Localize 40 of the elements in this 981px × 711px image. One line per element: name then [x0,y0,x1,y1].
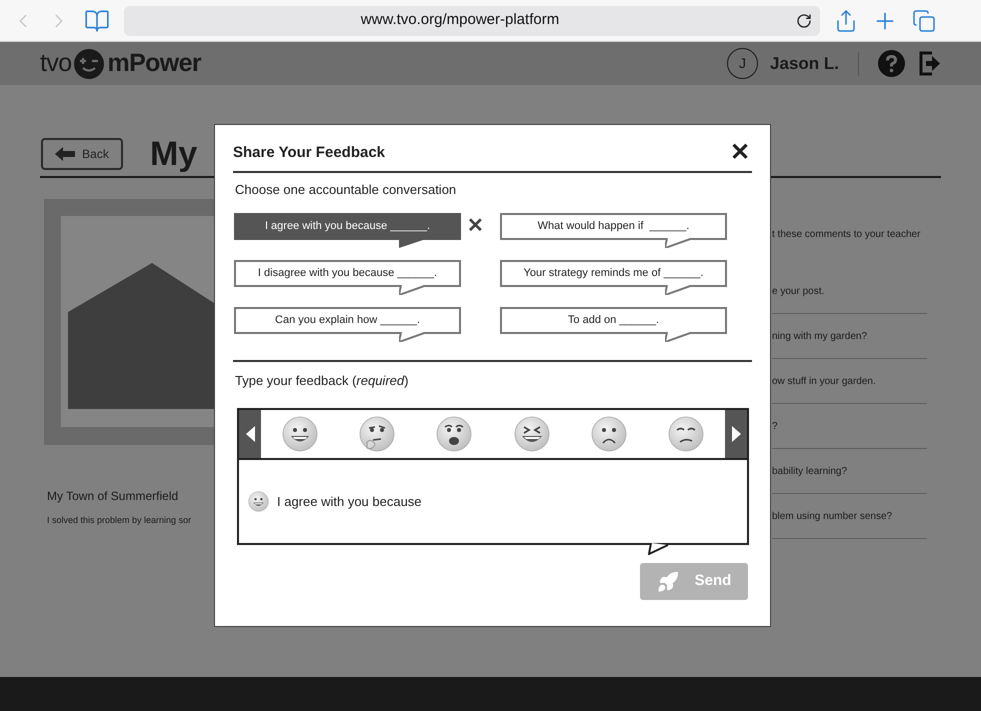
speech-tail-icon [648,543,669,555]
comment-text[interactable]: bability learning? [772,464,848,478]
next-button[interactable] [725,410,747,458]
rocket-icon [656,570,679,592]
frowning-face-button[interactable] [590,416,627,452]
grinning-face-button[interactable] [282,416,318,452]
feedback-field[interactable]: I agree with you because [237,460,749,545]
book-icon[interactable] [84,8,110,34]
previous-button[interactable] [239,410,261,458]
comment-text[interactable]: ning with my garden? [772,328,868,344]
back-button[interactable]: Back [41,138,123,170]
right-triangle-icon [732,426,740,442]
remove-button[interactable]: ✕ [467,214,484,238]
logo-text: tvo [40,48,72,79]
logo-text: mPower [107,48,201,79]
sidebar-text: t these comments to your teacher [772,228,920,242]
thinking-face-button[interactable] [358,416,395,452]
smirking-face-button[interactable] [668,416,704,452]
comment-text[interactable]: e your post. [772,284,824,298]
shocked-face-button[interactable] [436,416,472,452]
comment-text[interactable]: ? [772,418,778,434]
comment-text[interactable]: ow stuff in your garden. [772,374,876,388]
help-icon[interactable] [878,50,905,77]
post-text: I solved this problem by learning sor [47,514,192,527]
tabs-icon[interactable] [912,8,936,32]
post-title: My Town of Summerfield [47,488,180,505]
logo-smiley-icon [74,48,104,78]
left-triangle-icon [246,426,254,442]
logout-icon[interactable] [919,51,941,76]
address-bar[interactable]: www.tvo.org/mpower-platform [124,6,820,36]
laughing-face-button[interactable] [514,416,550,452]
comment-text[interactable]: blem using number sense? [772,508,892,524]
dialog-title: Share Your Feedback [233,142,386,163]
grinning-face-icon [248,491,269,512]
left-arrow-icon [55,147,76,161]
prompt-text: Choose one accountable conversation [235,183,458,197]
close-button[interactable]: ✕ [730,141,750,165]
page-title: My [150,134,198,174]
feedback-label: Type your feedback (required) [235,374,410,388]
reload-icon[interactable] [796,12,812,28]
